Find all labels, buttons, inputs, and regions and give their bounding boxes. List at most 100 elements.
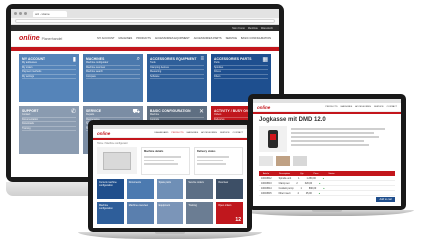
table-cell: 4: [297, 191, 299, 195]
main-nav: DASHBOARD PRODUCTS MACHINES ACCESSORIES …: [155, 132, 244, 134]
tile-support[interactable]: SUPPORT ✆ Contact Documentation Downloads Tra…: [19, 106, 79, 154]
dashboard-tile[interactable]: Service orders: [186, 179, 214, 199]
text-line: [197, 163, 227, 165]
panel-title: Machine details: [144, 150, 164, 153]
text-line: [291, 132, 375, 134]
nav-item[interactable]: ACCESSORIES PARTS: [194, 37, 222, 40]
laptop-right-lid: online PRODUCTS MACHINES ACCESSORIES SER…: [248, 94, 406, 210]
main-nav: PRODUCTS MACHINES ACCESSORIES SERVICE CO…: [325, 106, 397, 108]
url-input[interactable]: [15, 19, 275, 23]
dashboard-tile[interactable]: Equipment: [156, 202, 184, 224]
tile-machines[interactable]: MACHINES ⌕ Machine configurator Machine ove…: [83, 54, 143, 102]
nav-item[interactable]: MY ACCOUNT: [97, 37, 114, 40]
table-cell: Clamp set: [278, 181, 290, 185]
text-line: [144, 163, 179, 165]
site-logo[interactable]: online Planerhandel: [19, 35, 62, 42]
tile-label: Machine configuration: [99, 204, 113, 210]
table-cell: 10004512: [261, 176, 272, 180]
dashboard-tile[interactable]: Open orders 12: [216, 202, 243, 224]
address-bar[interactable]: [11, 18, 279, 25]
tile-accessories-equipment[interactable]: ACCESSORIES EQUIPMENT ≡ Tools Clamping devi…: [147, 54, 207, 102]
page-title: Jogkasse mit DMD 12.0: [259, 117, 326, 123]
dashboard-tile[interactable]: Documents: [126, 179, 154, 199]
table-cell: 1.250,00: [306, 176, 316, 180]
dashboard-tiles: Current machine configuration Documents Sp…: [93, 175, 247, 228]
tile-link[interactable]: Filters: [214, 75, 268, 80]
phone-icon: ✆: [70, 109, 76, 115]
thumbnail[interactable]: [276, 156, 290, 166]
table-cell: 890,00: [308, 186, 317, 190]
text-line: [144, 156, 181, 158]
nav-item[interactable]: ACCESSORIES: [201, 132, 217, 134]
window-dot[interactable]: [24, 12, 27, 15]
dashboard-tile[interactable]: Training: [186, 202, 214, 224]
nav-item[interactable]: SERVICE: [374, 106, 384, 108]
tile-label: Service orders: [188, 181, 204, 184]
nav-item[interactable]: PRODUCTS: [136, 37, 151, 40]
table-row[interactable]: 10004515 Filter insert 4 45,00 ●: [259, 191, 395, 196]
column-header[interactable]: Qty: [298, 173, 305, 175]
laptop-right-screen: online PRODUCTS MACHINES ACCESSORIES SER…: [253, 99, 401, 206]
nav-item[interactable]: MACHINES: [119, 37, 133, 40]
tile-label: Documents: [128, 181, 141, 184]
thumbnail[interactable]: [259, 156, 273, 166]
table-cell: ●: [319, 181, 321, 185]
column-header[interactable]: Article: [261, 173, 271, 175]
tile-label: Open orders: [218, 204, 232, 207]
table-cell: Filter insert: [278, 191, 291, 195]
nav-item[interactable]: CONTACT: [233, 132, 243, 134]
table-cell: 10004515: [261, 191, 272, 195]
window-dot[interactable]: [19, 12, 22, 15]
dashboard-tile[interactable]: Spare parts: [156, 179, 184, 199]
dashboard-tile[interactable]: Machine configuration: [97, 202, 124, 224]
machine-shape: [103, 152, 131, 170]
text-line: [291, 140, 364, 142]
tile-my-account[interactable]: MY ACCOUNT ▮ My addresses My orders Payment …: [19, 54, 79, 102]
text-line: [144, 159, 175, 161]
laptop-left-screen: online DASHBOARD PRODUCTS MACHINES ACCES…: [93, 125, 247, 228]
tile-link[interactable]: Software: [150, 75, 204, 80]
search-icon: ⌕: [136, 56, 140, 62]
nav-item[interactable]: SERVICE: [226, 37, 237, 40]
site-logo[interactable]: online: [97, 131, 110, 136]
text-line: [197, 156, 230, 158]
top-link[interactable]: Warenkorb: [261, 27, 273, 30]
column-header[interactable]: Price: [311, 173, 320, 175]
breadcrumb: Home / Machine configurator: [97, 142, 128, 145]
nav-item[interactable]: DASHBOARD: [155, 132, 169, 134]
machine-details-panel: Machine details: [141, 147, 190, 175]
nav-item[interactable]: CONTACT: [387, 106, 397, 108]
tile-link[interactable]: Compare: [86, 75, 140, 80]
tile-link[interactable]: My settings: [22, 75, 76, 80]
nav-item[interactable]: SERVICE: [220, 132, 230, 134]
table-cell: 2: [296, 181, 298, 185]
dashboard-tile[interactable]: Overview: [216, 179, 243, 199]
browser-tab[interactable]: onl - Home: [33, 10, 67, 17]
dashboard-tile[interactable]: Current machine configuration: [97, 179, 124, 199]
add-to-cart-button[interactable]: Add to cart: [376, 197, 395, 202]
dashboard-tile[interactable]: Machine overview: [126, 202, 154, 224]
top-link[interactable]: Mein Konto: [232, 27, 245, 30]
table-cell: 45,00: [305, 191, 312, 195]
tile-label: Overview: [218, 181, 229, 184]
text-line: [197, 159, 223, 161]
text-line: [291, 144, 369, 146]
cart-icon: ⛟: [132, 109, 140, 115]
nav-item[interactable]: PRODUCTS: [325, 106, 337, 108]
product-area: [253, 126, 401, 154]
product-description: [291, 126, 395, 154]
top-link[interactable]: Merkliste: [248, 27, 258, 30]
nav-item[interactable]: MACHINES: [187, 132, 199, 134]
tile-link[interactable]: Training: [22, 127, 76, 132]
nav-item[interactable]: PRODUCTS: [171, 132, 183, 134]
column-header[interactable]: Description: [277, 173, 292, 175]
thumbnail[interactable]: [293, 156, 307, 166]
site-logo[interactable]: online: [257, 105, 270, 110]
nav-item[interactable]: ACCESSORIES EQUIPMENT: [155, 37, 190, 40]
column-header[interactable]: Status: [326, 173, 336, 175]
nav-item[interactable]: MACHINES: [341, 106, 353, 108]
nav-item[interactable]: ACCESSORIES: [355, 106, 371, 108]
window-dot[interactable]: [14, 12, 17, 15]
browser-chrome: onl - Home: [11, 9, 279, 18]
nav-item[interactable]: BASIC CONFIGURATION: [241, 37, 271, 40]
